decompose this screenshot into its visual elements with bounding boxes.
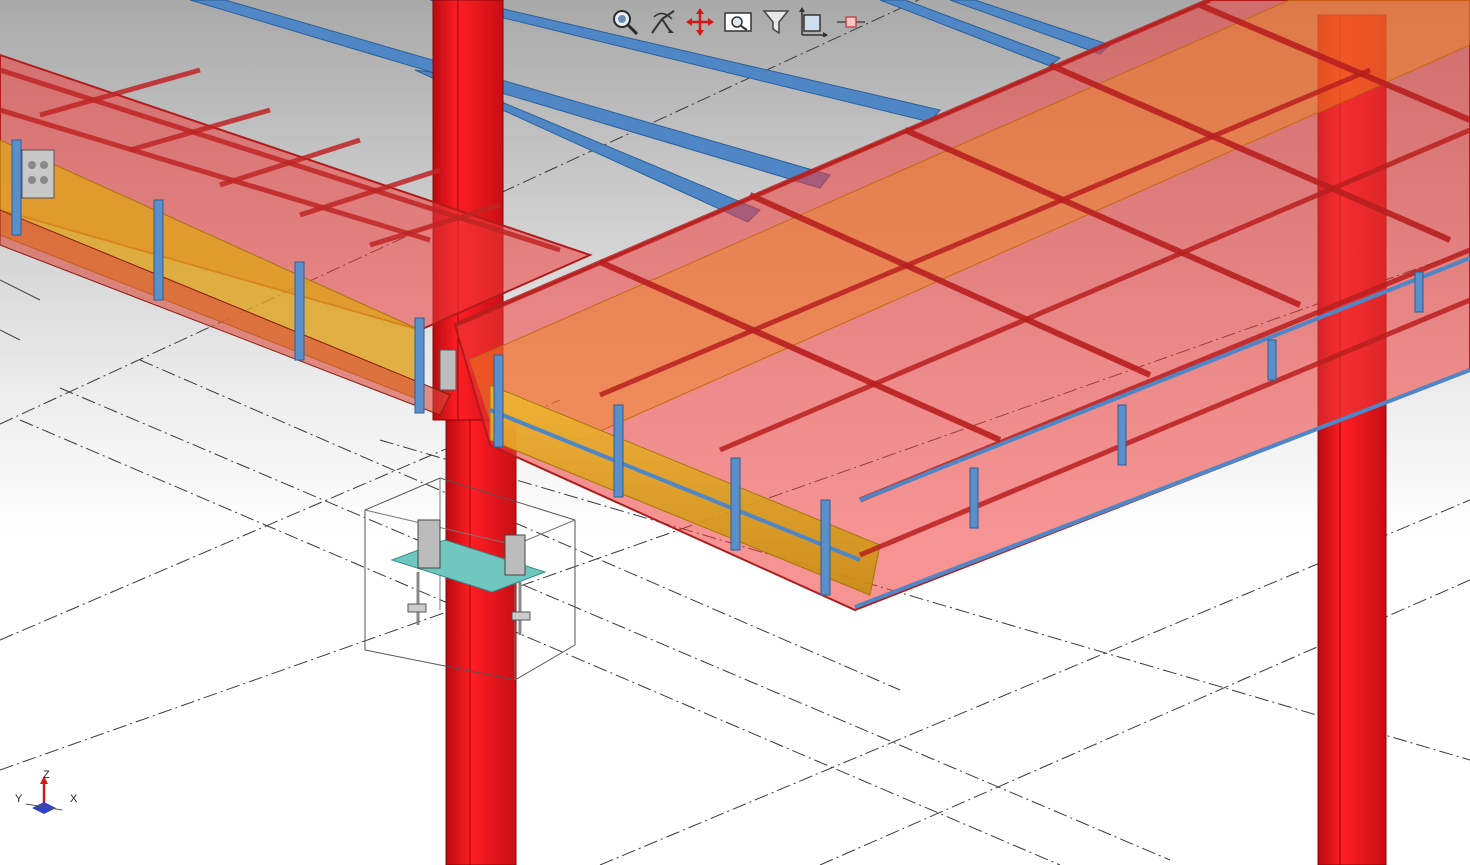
rotate-button[interactable]: [646, 5, 680, 39]
axis-triad: Z Y X: [12, 768, 84, 824]
zoom-window-icon: [724, 12, 752, 32]
view-toolbar: [608, 4, 868, 40]
axis-label-z: Z: [43, 769, 50, 781]
zoom-button[interactable]: [608, 5, 642, 39]
snap-point-icon: [837, 16, 866, 28]
clip-plane-icon: [799, 7, 829, 37]
filter-funnel-icon: [762, 10, 790, 35]
pan-button[interactable]: [683, 5, 717, 39]
3d-model-viewport[interactable]: [0, 0, 1470, 865]
zoom-window-button[interactable]: [721, 5, 755, 39]
right-platform: [439, 0, 1470, 612]
grid-lines-solid: [0, 279, 41, 341]
pan-arrows-icon: [686, 8, 715, 36]
clip-plane-button[interactable]: [797, 5, 831, 39]
snap-button[interactable]: [834, 5, 868, 39]
axis-label-x: X: [70, 793, 78, 805]
filter-button[interactable]: [759, 5, 793, 39]
rotate-axes-icon: [650, 10, 675, 34]
axis-label-y: Y: [15, 793, 23, 805]
zoom-magnifier-icon: [612, 10, 638, 36]
